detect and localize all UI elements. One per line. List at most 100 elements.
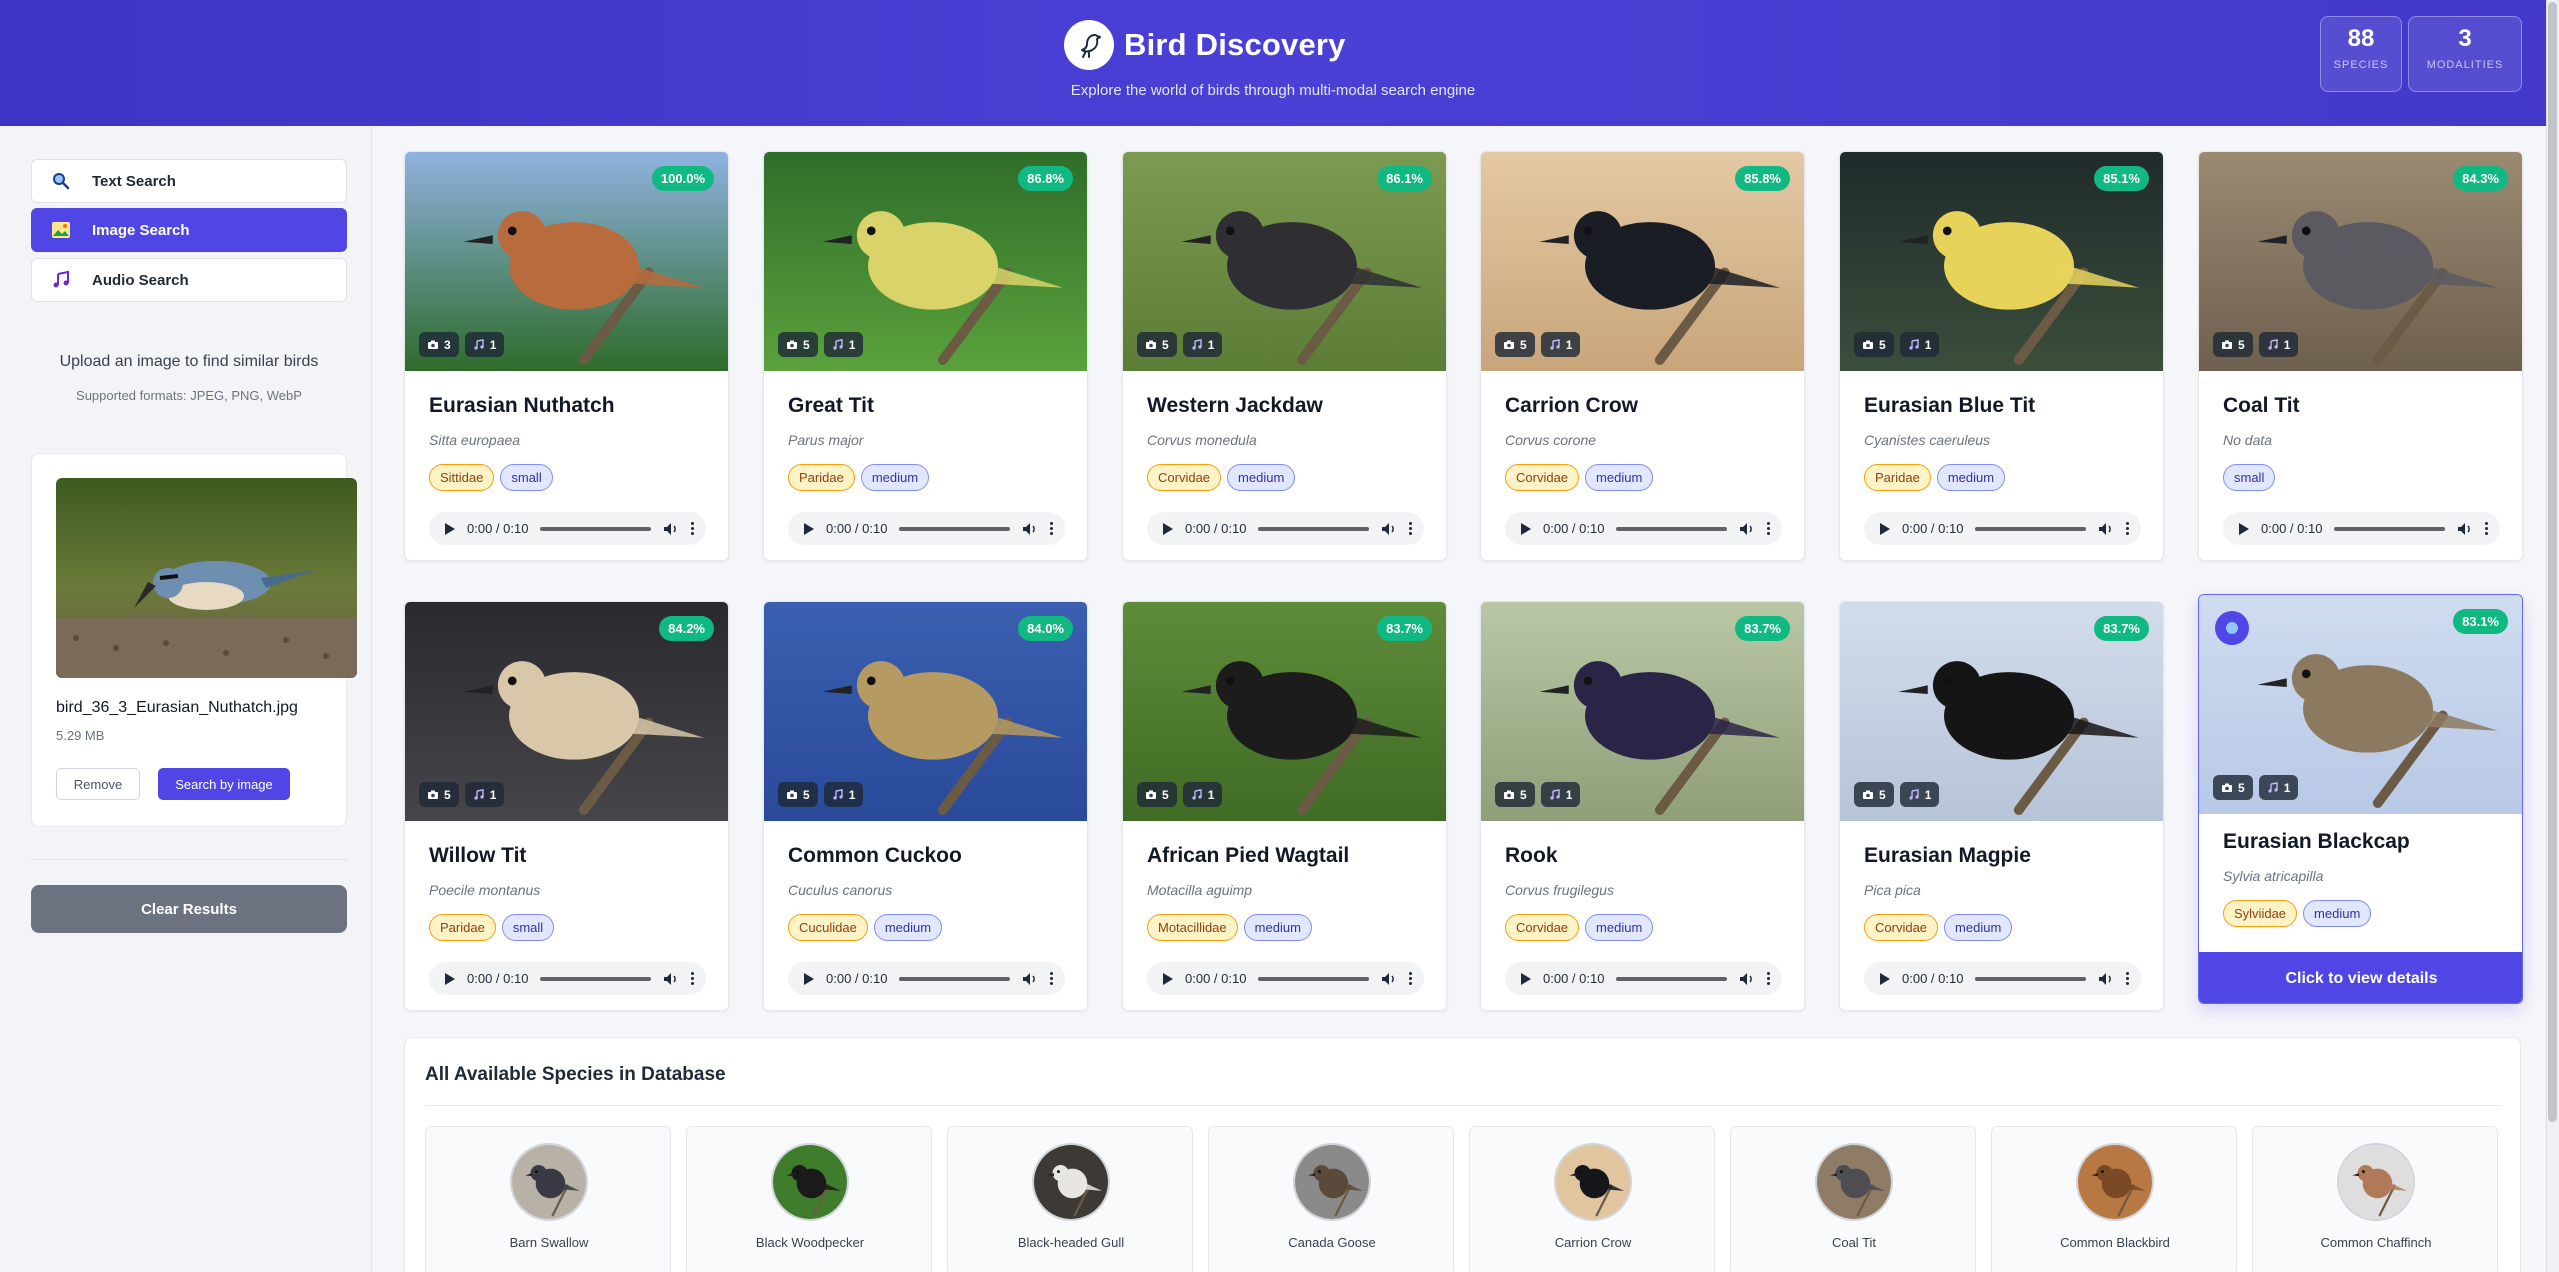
species-item[interactable]: Canada Goose	[1208, 1126, 1454, 1272]
volume-icon[interactable]	[2098, 972, 2114, 986]
audio-progress-bar[interactable]	[899, 526, 1010, 531]
play-icon[interactable]	[1163, 972, 1173, 985]
play-icon[interactable]	[445, 522, 455, 535]
music-icon	[50, 269, 72, 291]
similarity-score-badge: 100.0%	[651, 166, 714, 191]
play-icon[interactable]	[804, 522, 814, 535]
scrollbar-thumb[interactable]	[2548, 2, 2557, 1122]
audio-player[interactable]: 0:00 / 0:10	[2223, 512, 2500, 545]
audio-player[interactable]: 0:00 / 0:10	[1864, 512, 2141, 545]
play-icon[interactable]	[1163, 522, 1173, 535]
more-options-icon[interactable]	[1767, 522, 1770, 535]
more-options-icon[interactable]	[1767, 972, 1770, 985]
image-count: 5	[803, 787, 810, 802]
audio-search-button[interactable]: Audio Search	[31, 258, 347, 302]
species-item-name: Barn Swallow	[509, 1235, 589, 1250]
volume-icon[interactable]	[2098, 522, 2114, 536]
play-icon[interactable]	[1880, 522, 1890, 535]
image-search-button[interactable]: Image Search	[31, 208, 347, 252]
species-item[interactable]: Common Chaffinch	[2252, 1126, 2498, 1272]
audio-progress-bar[interactable]	[1258, 976, 1369, 981]
volume-icon[interactable]	[1739, 972, 1755, 986]
clear-results-button[interactable]: Clear Results	[31, 885, 347, 933]
audio-player[interactable]: 0:00 / 0:10	[1147, 962, 1424, 995]
family-tag: Paridae	[788, 464, 855, 491]
more-options-icon[interactable]	[1050, 972, 1053, 985]
result-card[interactable]: 85.8% 5 1 Carrion Crow Corvus corone Corvidae…	[1480, 151, 1805, 561]
result-card[interactable]: 83.7% 5 1 Rook Corvus frugilegus Corvidae medi…	[1480, 601, 1805, 1011]
media-counts: 51	[2213, 332, 2299, 357]
more-options-icon[interactable]	[2126, 522, 2129, 535]
audio-player[interactable]: 0:00 / 0:10	[429, 512, 706, 545]
species-item[interactable]: Coal Tit	[1730, 1126, 1976, 1272]
search-by-image-button[interactable]: Search by image	[158, 768, 290, 800]
species-item[interactable]: Black Woodpecker	[686, 1126, 932, 1272]
audio-progress-bar[interactable]	[1616, 526, 1727, 531]
result-card[interactable]: 83.7% 5 1 African Pied Wagtail Motacilla agu…	[1122, 601, 1447, 1011]
species-item[interactable]: Black-headed Gull	[947, 1126, 1193, 1272]
audio-progress-bar[interactable]	[1616, 976, 1727, 981]
more-options-icon[interactable]	[1050, 522, 1053, 535]
play-icon[interactable]	[1521, 522, 1531, 535]
result-card[interactable]: 84.2% 5 1 Willow Tit Poecile montanus Paridae…	[404, 601, 729, 1011]
camera-icon	[1862, 789, 1874, 801]
volume-icon[interactable]	[663, 972, 679, 986]
result-card[interactable]: 85.1% 5 1 Eurasian Blue Tit Cyanistes caerul…	[1839, 151, 2164, 561]
audio-progress-bar[interactable]	[1258, 526, 1369, 531]
audio-progress-bar[interactable]	[2334, 526, 2445, 531]
play-icon[interactable]	[1880, 972, 1890, 985]
result-card[interactable]: 86.8% 5 1 Great Tit Parus major Paridae medium…	[763, 151, 1088, 561]
audio-progress-bar[interactable]	[540, 526, 651, 531]
species-item[interactable]: Common Blackbird	[1991, 1126, 2237, 1272]
audio-player[interactable]: 0:00 / 0:10	[1505, 512, 1782, 545]
more-options-icon[interactable]	[691, 972, 694, 985]
more-options-icon[interactable]	[2126, 972, 2129, 985]
result-card[interactable]: 84.0% 5 1 Common Cuckoo Cuculus canorus Cucul…	[763, 601, 1088, 1011]
view-details-button[interactable]: Click to view details	[2199, 952, 2522, 1003]
volume-icon[interactable]	[1381, 522, 1397, 536]
result-card[interactable]: 84.3% 5 1 Coal Tit No data small 0:00 / 0:10	[2198, 151, 2523, 561]
more-options-icon[interactable]	[691, 522, 694, 535]
audio-progress-bar[interactable]	[540, 976, 651, 981]
more-options-icon[interactable]	[1409, 972, 1412, 985]
audio-progress-bar[interactable]	[1975, 526, 2086, 531]
tags: small	[2223, 464, 2276, 491]
result-card[interactable]: 100.0% 3 1 Eurasian Nuthatch Sitta europaea S…	[404, 151, 729, 561]
audio-player[interactable]: 0:00 / 0:10	[1505, 962, 1782, 995]
result-card[interactable]: 83.7% 5 1 Eurasian Magpie Pica pica Corvidae m…	[1839, 601, 2164, 1011]
audio-progress-bar[interactable]	[1975, 976, 2086, 981]
family-tag: Paridae	[429, 914, 496, 941]
audio-player[interactable]: 0:00 / 0:10	[788, 962, 1065, 995]
text-search-button[interactable]: Text Search	[31, 159, 347, 203]
volume-icon[interactable]	[663, 522, 679, 536]
music-note-icon	[1908, 338, 1920, 351]
more-options-icon[interactable]	[1409, 522, 1412, 535]
size-tag: medium	[1227, 464, 1296, 491]
tags: Paridae small	[429, 914, 555, 941]
volume-icon[interactable]	[1739, 522, 1755, 536]
volume-icon[interactable]	[1022, 522, 1038, 536]
volume-icon[interactable]	[2457, 522, 2473, 536]
audio-player[interactable]: 0:00 / 0:10	[788, 512, 1065, 545]
species-item[interactable]: Carrion Crow	[1469, 1126, 1715, 1272]
image-count-badge: 5	[778, 782, 818, 807]
volume-icon[interactable]	[1381, 972, 1397, 986]
play-icon[interactable]	[1521, 972, 1531, 985]
result-card[interactable]: 86.1% 5 1 Western Jackdaw Corvus monedula Cor…	[1122, 151, 1447, 561]
brand[interactable]: Bird Discovery	[1064, 20, 1346, 70]
remove-button[interactable]: Remove	[56, 768, 140, 800]
species-item[interactable]: Barn Swallow	[425, 1126, 671, 1272]
volume-icon[interactable]	[1022, 972, 1038, 986]
more-options-icon[interactable]	[2485, 522, 2488, 535]
audio-player[interactable]: 0:00 / 0:10	[1147, 512, 1424, 545]
audio-progress-bar[interactable]	[899, 976, 1010, 981]
camera-icon	[786, 339, 798, 351]
audio-player[interactable]: 0:00 / 0:10	[1864, 962, 2141, 995]
play-icon[interactable]	[2239, 522, 2249, 535]
music-note-icon	[1549, 788, 1561, 801]
music-note-icon	[1191, 788, 1203, 801]
result-card[interactable]: 83.1% 5 1 Eurasian Blackcap Sylvia atricapil…	[2198, 594, 2523, 1004]
play-icon[interactable]	[445, 972, 455, 985]
audio-player[interactable]: 0:00 / 0:10	[429, 962, 706, 995]
play-icon[interactable]	[804, 972, 814, 985]
